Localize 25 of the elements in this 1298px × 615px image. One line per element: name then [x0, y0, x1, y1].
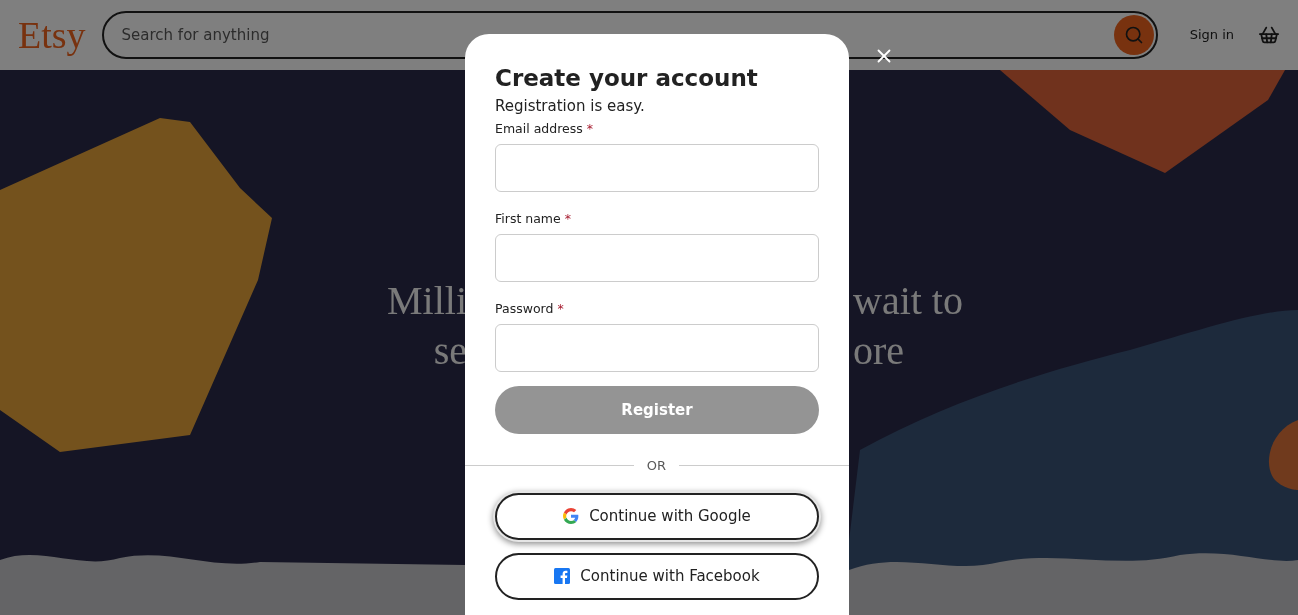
required-mark: *	[557, 299, 564, 318]
dialog-title: Create your account	[495, 64, 759, 92]
required-mark: *	[586, 119, 593, 138]
hero-text: ore	[853, 331, 905, 371]
facebook-icon	[554, 568, 571, 584]
hero-text: se	[432, 331, 467, 371]
text-field[interactable]	[495, 234, 819, 282]
google-button[interactable]: Continue with Google	[495, 492, 819, 540]
basket-icon[interactable]	[1258, 24, 1280, 46]
field-label: Email address	[495, 119, 583, 138]
google-icon	[563, 508, 580, 524]
field-label: First name	[495, 209, 561, 228]
dialog-subtitle: Registration is easy.	[495, 96, 646, 116]
search-button[interactable]	[1113, 15, 1154, 55]
search-input[interactable]: Search for anything	[121, 23, 1114, 47]
hero-text: Milli	[385, 281, 467, 321]
sign-in-link[interactable]: Sign in	[1189, 25, 1234, 45]
divider-text: OR	[645, 457, 667, 475]
text-field[interactable]	[495, 324, 819, 372]
field-label: Password	[495, 299, 554, 318]
hero-text: wait to	[853, 281, 963, 321]
text-field[interactable]	[495, 144, 819, 192]
search-icon	[1123, 25, 1144, 45]
required-mark: *	[564, 209, 571, 228]
facebook-button[interactable]: Continue with Facebook	[495, 552, 819, 600]
